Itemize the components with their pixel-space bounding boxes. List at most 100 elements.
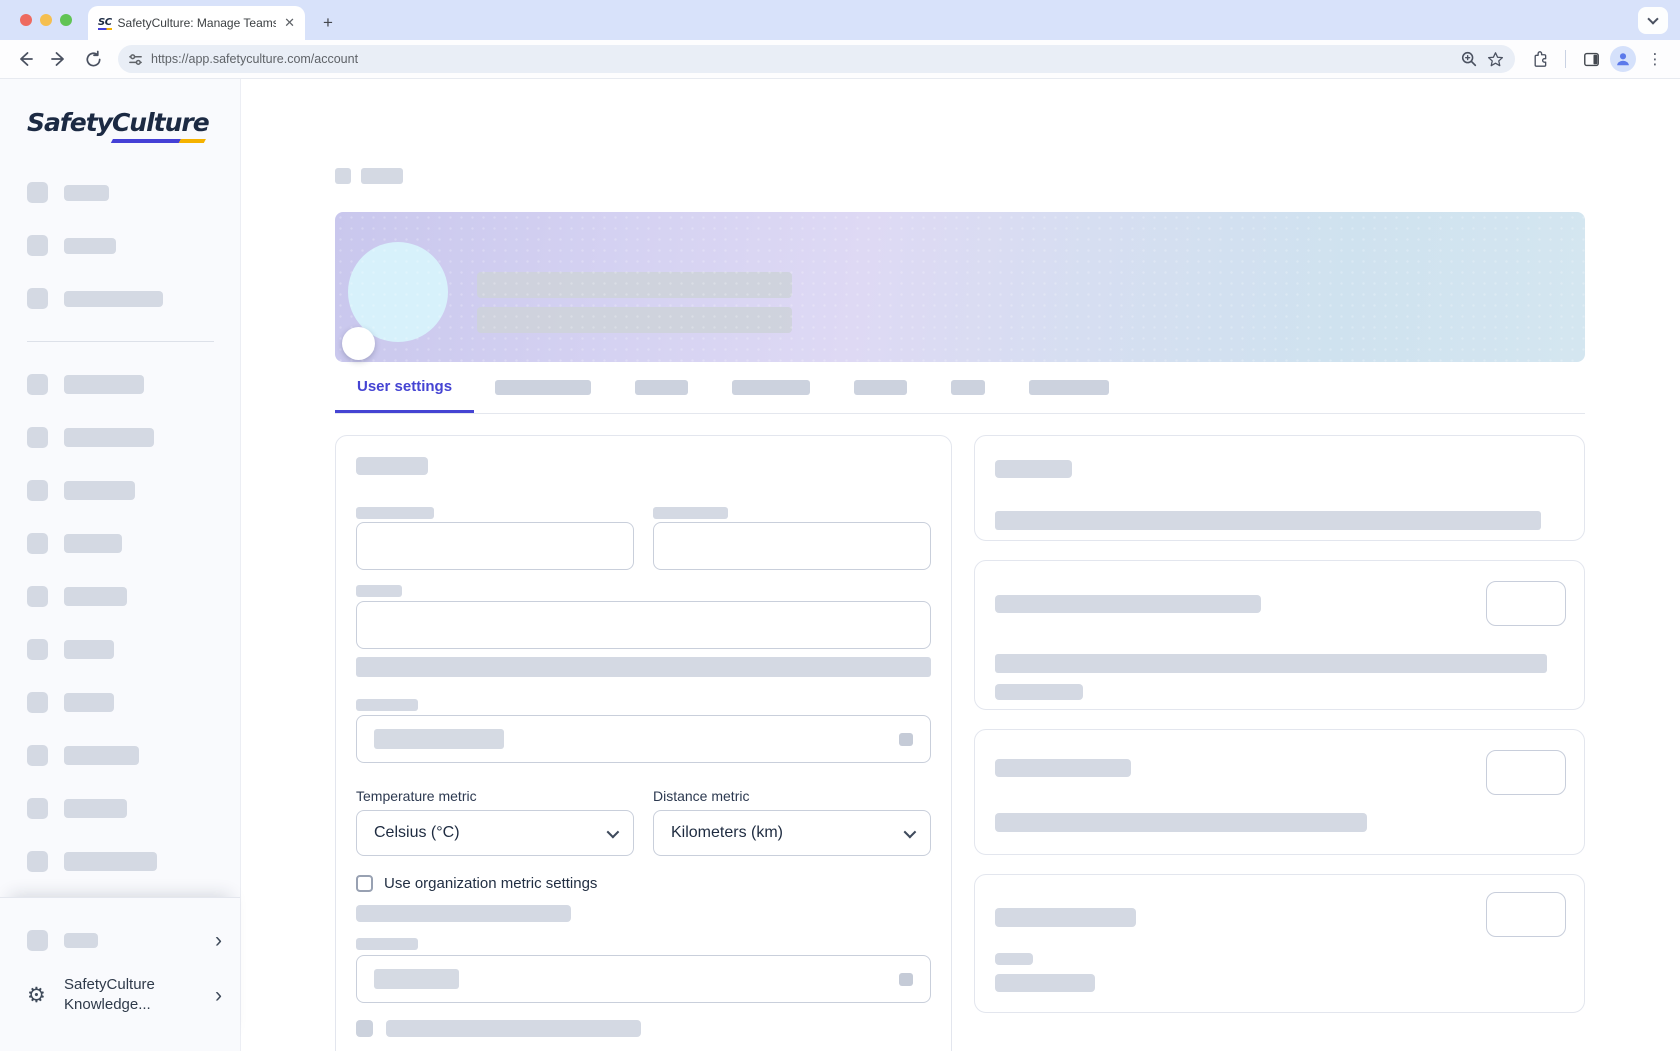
chevron-right-icon: › — [215, 985, 222, 1006]
extensions-button[interactable] — [1525, 44, 1555, 74]
reload-button[interactable] — [78, 44, 108, 74]
skeleton-bar — [995, 684, 1083, 700]
skeleton-bar — [64, 799, 127, 818]
browser-menu-button[interactable]: ⋮ — [1640, 44, 1670, 74]
skeleton-bar — [374, 969, 459, 989]
sidebar-nav: SafetyCulture — [0, 79, 240, 897]
breadcrumb-icon-skeleton — [335, 168, 351, 184]
back-arrow-icon — [21, 53, 32, 65]
banner-skeleton-text — [477, 272, 792, 333]
skeleton-bar — [64, 640, 114, 659]
chevron-down-icon — [1647, 13, 1658, 24]
text-input[interactable] — [653, 522, 931, 570]
browser-tab-title: SafetyCulture: Manage Teams and... — [118, 16, 277, 30]
skeleton-bar — [995, 974, 1095, 992]
skeleton-bar — [64, 746, 139, 765]
card-action-button[interactable] — [1486, 892, 1566, 937]
tab-skeleton — [854, 380, 907, 395]
tab-strip-chevron-button[interactable] — [1638, 7, 1668, 34]
tab-skeleton — [635, 380, 688, 395]
sidebar-skeleton-item — [27, 288, 240, 309]
skeleton-bar — [374, 729, 504, 749]
tab-skeleton — [951, 380, 985, 395]
skeleton-icon — [27, 586, 48, 607]
user-settings-card: Temperature metric Celsius (°C) Distance… — [335, 435, 952, 1051]
skeleton-bar — [477, 307, 792, 333]
close-tab-icon[interactable]: ✕ — [282, 15, 297, 31]
browser-tab[interactable]: SC SafetyCulture: Manage Teams and... ✕ — [88, 6, 305, 40]
skeleton-bar — [64, 852, 157, 871]
tab-skeleton — [732, 380, 810, 395]
toolbar-separator — [1565, 50, 1566, 68]
tab-skeleton — [1029, 380, 1109, 395]
skeleton-bar — [995, 511, 1541, 530]
skeleton-bar — [64, 933, 98, 948]
sidebar-footer-skeleton-item[interactable]: › — [27, 930, 222, 951]
card-title-skeleton — [995, 908, 1136, 927]
field-label-skeleton — [356, 699, 418, 711]
org-metric-checkbox[interactable] — [356, 875, 373, 892]
browser-toolbar: https://app.safetyculture.com/account ⋮ — [0, 40, 1680, 79]
field-label-skeleton — [653, 507, 728, 519]
logo-text: SafetyCulture — [27, 108, 209, 137]
chevron-down-icon — [904, 825, 917, 838]
new-tab-button[interactable]: + — [315, 10, 341, 36]
three-dot-menu-icon: ⋮ — [1648, 50, 1663, 68]
card-action-button[interactable] — [1486, 750, 1566, 795]
text-input[interactable] — [356, 522, 634, 570]
window-minimize-button[interactable] — [40, 14, 52, 26]
skeleton-bar — [64, 534, 122, 553]
person-icon — [1614, 50, 1632, 68]
sidebar-skeleton-item — [27, 480, 240, 501]
tab-user-settings[interactable]: User settings — [335, 362, 474, 413]
skeleton-icon — [27, 745, 48, 766]
side-panel-button[interactable] — [1576, 44, 1606, 74]
sidebar: SafetyCulture › ⚙ SafetyCulture Knowledg… — [0, 79, 241, 1051]
zoom-icon[interactable] — [1460, 50, 1478, 68]
card-action-button[interactable] — [1486, 581, 1566, 626]
sidebar-skeleton-item — [27, 182, 240, 203]
window-controls — [20, 14, 72, 26]
safetyculture-logo: SafetyCulture — [27, 110, 209, 142]
sidebar-skeleton-item — [27, 586, 240, 607]
app-window: SafetyCulture › ⚙ SafetyCulture Knowledg… — [0, 79, 1680, 1051]
back-button[interactable] — [10, 44, 40, 74]
address-bar[interactable]: https://app.safetyculture.com/account — [118, 45, 1515, 73]
sidebar-skeleton-item — [27, 235, 240, 256]
safetyculture-favicon: SC — [98, 17, 112, 30]
site-settings-icon[interactable] — [128, 52, 143, 67]
card-title-skeleton — [356, 457, 428, 475]
card-title-skeleton — [995, 595, 1261, 613]
window-close-button[interactable] — [20, 14, 32, 26]
skeleton-bar — [995, 953, 1033, 965]
sidebar-skeleton-item — [27, 639, 240, 660]
sidebar-skeleton-group-top — [27, 182, 240, 309]
sidebar-skeleton-item — [27, 427, 240, 448]
skeleton-icon — [27, 480, 48, 501]
skeleton-bar — [64, 185, 109, 201]
skeleton-bar — [995, 654, 1547, 673]
forward-arrow-icon — [52, 53, 63, 65]
forward-button[interactable] — [44, 44, 74, 74]
tab-skeletons — [495, 362, 1109, 413]
checkbox-row-skeleton — [356, 1020, 931, 1037]
sidebar-skeleton-item — [27, 745, 240, 766]
avatar-edit-badge-button[interactable] — [342, 327, 375, 360]
chevron-down-icon — [607, 825, 620, 838]
browser-profile-avatar[interactable] — [1610, 46, 1636, 72]
sidebar-skeleton-item — [27, 692, 240, 713]
bookmark-star-icon[interactable] — [1486, 50, 1505, 69]
distance-metric-select[interactable]: Kilometers (km) — [653, 810, 931, 856]
text-input[interactable] — [356, 601, 931, 649]
skeleton-icon — [27, 182, 48, 203]
temperature-metric-select[interactable]: Celsius (°C) — [356, 810, 634, 856]
skeleton-icon — [27, 851, 48, 872]
field-label-skeleton — [356, 507, 434, 519]
sidebar-divider — [27, 341, 214, 342]
skeleton-icon — [27, 533, 48, 554]
temperature-metric-value: Celsius (°C) — [374, 824, 460, 842]
breadcrumb-text-skeleton — [361, 168, 403, 184]
sidebar-item-knowledge-base[interactable]: ⚙ SafetyCulture Knowledge... › — [27, 975, 222, 1016]
window-zoom-button[interactable] — [60, 14, 72, 26]
info-card-loading — [974, 874, 1585, 1013]
